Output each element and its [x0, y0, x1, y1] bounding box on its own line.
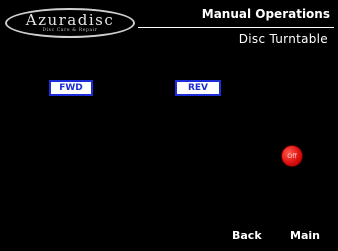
main-button[interactable]: Main	[290, 229, 320, 242]
page-title: Manual Operations	[201, 7, 330, 21]
screen: Azuradisc Disc Care & Repair Manual Oper…	[0, 0, 338, 251]
back-button[interactable]: Back	[232, 229, 262, 242]
off-status-indicator[interactable]: Off	[281, 145, 303, 167]
rev-button[interactable]: REV	[175, 80, 221, 96]
logo-name: Azuradisc	[25, 11, 115, 29]
header-divider	[138, 27, 334, 28]
fwd-button[interactable]: FWD	[49, 80, 93, 96]
page-subtitle: Disc Turntable	[238, 32, 328, 46]
azuradisc-logo: Azuradisc Disc Care & Repair	[5, 8, 135, 38]
